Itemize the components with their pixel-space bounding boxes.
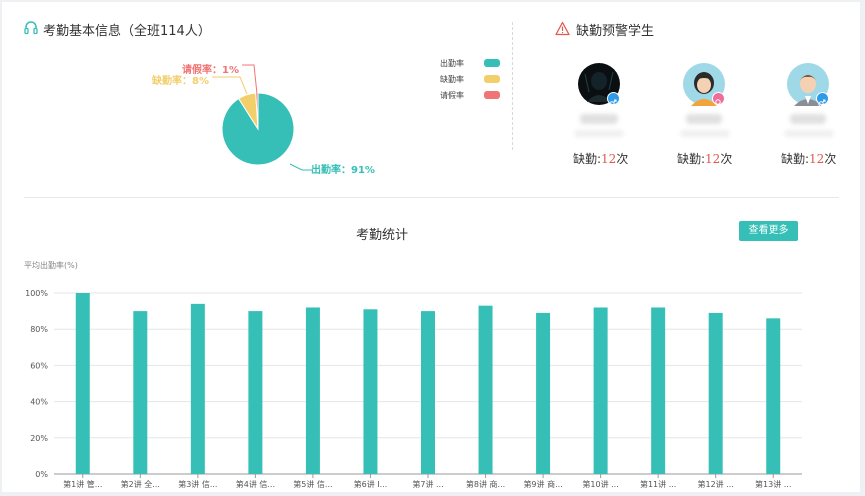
warning-title: 缺勤预警学生	[576, 24, 655, 39]
student-card[interactable]: 缺勤:12次	[770, 62, 848, 167]
pie-label-absent: 缺勤率：8%	[152, 76, 209, 87]
avatar	[786, 62, 830, 107]
avatar	[577, 62, 621, 107]
student-info-blurred	[680, 130, 730, 137]
absent-count: 缺勤:12次	[573, 152, 629, 166]
x-tick-label: 第2讲 全...	[121, 479, 160, 489]
student-card[interactable]: 缺勤:12次	[666, 62, 744, 167]
x-tick-label: 第4讲 信...	[236, 479, 275, 489]
bar-2	[133, 311, 148, 474]
pie-legend: 出勤率 缺勤率 请假率	[440, 55, 500, 103]
y-tick-label: 80%	[30, 325, 48, 334]
bar-3	[190, 303, 205, 474]
bar-9	[536, 312, 551, 474]
avatar	[682, 62, 726, 107]
student-card[interactable]: 缺勤:12次	[562, 62, 640, 167]
absent-count: 缺勤:12次	[781, 152, 837, 166]
y-tick-label: 0%	[35, 470, 48, 479]
bar-7	[421, 311, 435, 474]
y-axis-label: 平均出勤率(%)	[24, 260, 78, 270]
bar-4	[248, 311, 263, 474]
x-tick-label: 第9讲 商...	[523, 479, 562, 489]
x-tick-label: 第11讲 ...	[640, 479, 676, 489]
attendance-bar-chart: 平均出勤率(%) 0% 20% 40% 60% 80% 100% 第1讲 管... 第2讲 …	[24, 260, 802, 489]
panel-divider	[24, 197, 839, 198]
bar-6	[363, 309, 378, 474]
x-tick-label: 第10讲 ...	[582, 479, 618, 489]
y-tick-label: 40%	[30, 398, 48, 407]
student-info-blurred	[784, 130, 834, 137]
x-tick-label: 第6讲 I...	[354, 479, 388, 489]
x-tick-label: 第7讲 ...	[412, 479, 443, 489]
male-badge-icon	[816, 92, 829, 107]
bar-10	[593, 307, 608, 474]
legend-item-present[interactable]: 出勤率	[440, 55, 500, 71]
legend-swatch	[484, 91, 500, 99]
bar-11	[651, 307, 666, 474]
stats-title: 考勤统计	[356, 228, 409, 243]
male-badge-icon	[607, 92, 620, 107]
absent-count: 缺勤:12次	[677, 152, 733, 166]
bar-5	[305, 307, 320, 474]
legend-item-leave[interactable]: 请假率	[440, 87, 500, 103]
legend-item-absent[interactable]: 缺勤率	[440, 71, 500, 87]
student-name-blurred	[790, 114, 826, 124]
bar-1	[75, 293, 90, 474]
pie-leader-leave	[242, 64, 258, 95]
x-tick-label: 第5讲 信...	[293, 479, 332, 489]
student-name-blurred	[686, 114, 722, 124]
bar-13	[766, 318, 781, 474]
x-tick-label: 第12讲 ...	[698, 479, 734, 489]
x-tick-label: 第8讲 商...	[466, 479, 505, 489]
section-divider	[512, 22, 513, 150]
pie-label-present: 出勤率：91%	[311, 165, 375, 176]
bar-8	[478, 305, 493, 474]
legend-swatch	[484, 75, 500, 83]
view-more-button[interactable]: 查看更多	[739, 221, 798, 241]
dashboard-card: 考勤基本信息（全班114人） 请假率：1% 缺勤率：8% 出勤率：91% 出勤率…	[2, 2, 860, 492]
x-tick-label: 第13讲 ...	[755, 479, 791, 489]
y-tick-label: 20%	[30, 434, 48, 443]
warning-icon	[555, 21, 570, 36]
attendance-info-title: 考勤基本信息（全班114人）	[43, 24, 211, 39]
headset-icon	[23, 20, 39, 36]
female-badge-icon	[712, 92, 725, 107]
bar-12	[708, 312, 723, 474]
pie-leader-absent	[212, 76, 248, 95]
student-info-blurred	[574, 130, 624, 137]
y-tick-label: 100%	[25, 289, 48, 298]
x-tick-label: 第3讲 信...	[178, 479, 217, 489]
y-tick-label: 60%	[30, 361, 48, 370]
legend-swatch	[484, 59, 500, 67]
pie-leader-present	[289, 163, 312, 171]
student-name-blurred	[580, 114, 618, 124]
x-tick-label: 第1讲 管...	[63, 479, 102, 489]
